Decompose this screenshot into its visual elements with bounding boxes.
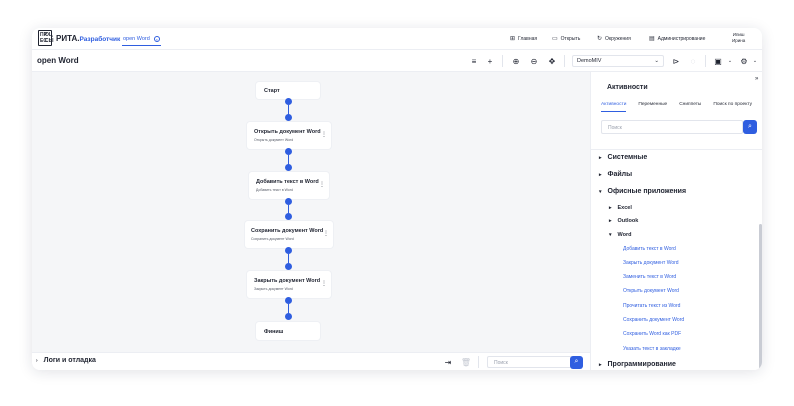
- chevron-down-icon: ▾: [599, 188, 602, 195]
- environment-select[interactable]: DemoMIV ⌄: [572, 55, 664, 67]
- chevron-right-icon: ▸: [599, 171, 602, 178]
- search-icon[interactable]: ⌕: [743, 120, 757, 134]
- step-node[interactable]: Добавить текст в Word Добавить текст в W…: [249, 172, 329, 199]
- stop-icon[interactable]: ◌: [687, 55, 699, 67]
- save-icon[interactable]: ▣: [712, 55, 724, 67]
- nav-open[interactable]: ▭ Открыть: [552, 35, 580, 43]
- collapse-panel-icon[interactable]: »: [755, 76, 758, 82]
- connector-dot[interactable]: [285, 148, 292, 155]
- chevron-right-icon: ▸: [599, 154, 602, 161]
- activity-item[interactable]: Указать текст в закладке: [623, 346, 681, 352]
- zoom-out-icon[interactable]: ⊖: [528, 55, 540, 67]
- separator: [705, 55, 706, 67]
- tab-open-word[interactable]: open Word ×: [122, 32, 161, 46]
- panel-scrollbar[interactable]: [759, 224, 762, 370]
- zoom-in-icon[interactable]: ⊕: [510, 55, 522, 67]
- logs-toggle[interactable]: › Логи и отладка: [36, 357, 96, 364]
- connector-dot[interactable]: [285, 164, 292, 171]
- close-tab-icon[interactable]: ×: [153, 35, 160, 42]
- step-node[interactable]: Сохранить документ Word Сохранить докуме…: [245, 221, 333, 248]
- nav-home[interactable]: ⊞ Главная: [510, 35, 537, 43]
- activity-item[interactable]: Открыть документ Word: [623, 288, 679, 294]
- connector-dot[interactable]: [285, 313, 292, 320]
- connector-dot[interactable]: [285, 198, 292, 205]
- rita-logo[interactable]: ПР ОЦ ЕС СЫ: [38, 30, 54, 46]
- activity-item[interactable]: Сохранить Word как PDF: [623, 331, 681, 337]
- activity-item[interactable]: Закрыть документ Word: [623, 260, 679, 266]
- chevron-right-icon: ▸: [609, 218, 612, 224]
- activity-item[interactable]: Сохранить документ Word: [623, 317, 684, 323]
- activity-item[interactable]: Заменить текст в Word: [623, 274, 676, 280]
- refresh-icon: ↻: [597, 36, 603, 42]
- connector-dot[interactable]: [285, 98, 292, 105]
- panel-tabs: Активности Переменные Сниппеты Поиск по …: [601, 102, 762, 112]
- tab-project-search[interactable]: Поиск по проекту: [713, 102, 752, 112]
- tab-snippets[interactable]: Сниппеты: [679, 102, 701, 112]
- toolbar: open Word ≡ + ⊕ ⊖ ✥ DemoMIV ⌄ ⊳ ◌ ▣ ⌄ ⚙ …: [32, 50, 762, 72]
- nav-administration[interactable]: ▤ Администрирование: [649, 35, 705, 43]
- separator: [502, 55, 503, 67]
- category-programming[interactable]: ▸ Программирование: [599, 361, 676, 368]
- top-bar: ПР ОЦ ЕС СЫ РИТА.Разработчик open Word ×…: [32, 28, 762, 50]
- save-menu-chevron-icon[interactable]: ⌄: [724, 55, 736, 67]
- panel-title: Активности: [607, 84, 648, 91]
- activities-panel: Активности » Активности Переменные Снипп…: [590, 72, 762, 370]
- separator: [478, 356, 479, 368]
- brand-name: РИТА.Разработчик: [56, 34, 121, 43]
- separator: [564, 55, 565, 67]
- logs-bar: › Логи и отладка ⇥ 🗑 Поиск ⌕: [32, 352, 590, 370]
- tab-variables[interactable]: Переменные: [638, 102, 667, 112]
- chevron-down-icon: ⌄: [654, 58, 659, 64]
- connector-dot[interactable]: [285, 213, 292, 220]
- process-canvas[interactable]: Старт Открыть документ Word Открыть доку…: [32, 72, 590, 352]
- move-icon[interactable]: ✥: [546, 55, 558, 67]
- activity-item[interactable]: Прочитать текст из Word: [623, 303, 680, 309]
- chevron-right-icon: ▸: [609, 205, 612, 211]
- connector-dot[interactable]: [285, 297, 292, 304]
- activities-search-input[interactable]: Поиск: [601, 120, 743, 134]
- user-menu[interactable]: Ипиш Ирина: [732, 32, 745, 43]
- settings-chevron-icon[interactable]: ⌄: [749, 55, 761, 67]
- category-system[interactable]: ▸ Системные: [599, 154, 647, 161]
- subcategory-word[interactable]: ▾ Word: [609, 232, 631, 238]
- tab-label: open Word: [123, 35, 150, 42]
- subcategory-outlook[interactable]: ▸ Outlook: [609, 218, 638, 224]
- start-node[interactable]: Старт: [256, 82, 320, 99]
- admin-icon: ▤: [649, 36, 655, 42]
- trash-icon[interactable]: 🗑: [460, 356, 472, 368]
- center-icon[interactable]: +: [484, 55, 496, 67]
- finish-node[interactable]: Финиш: [256, 322, 320, 340]
- chevron-right-icon: ▸: [599, 361, 602, 368]
- step-node[interactable]: Закрыть документ Word Закрыть документ W…: [247, 271, 331, 298]
- activity-item[interactable]: Добавить текст в Word: [623, 246, 676, 252]
- process-title: open Word: [37, 56, 79, 65]
- nav-environments[interactable]: ↻ Окружения: [597, 35, 631, 43]
- logs-search-input[interactable]: Поиск: [487, 356, 573, 368]
- chevron-right-icon: ›: [36, 357, 38, 364]
- connector-dot[interactable]: [285, 114, 292, 121]
- category-files[interactable]: ▸ Файлы: [599, 171, 632, 178]
- connector-dot[interactable]: [285, 263, 292, 270]
- folder-icon: ▭: [552, 36, 558, 42]
- export-icon[interactable]: ⇥: [442, 356, 454, 368]
- more-menu-icon[interactable]: ⋮: [319, 181, 325, 188]
- search-icon[interactable]: ⌕: [570, 355, 583, 369]
- more-menu-icon[interactable]: ⋮: [323, 230, 329, 237]
- app-window: ПР ОЦ ЕС СЫ РИТА.Разработчик open Word ×…: [32, 28, 762, 370]
- more-menu-icon[interactable]: ⋮: [321, 131, 327, 138]
- subcategory-excel[interactable]: ▸ Excel: [609, 205, 632, 211]
- step-node[interactable]: Открыть документ Word Открыть документ W…: [247, 122, 331, 149]
- panel-header: Активности » Активности Переменные Снипп…: [591, 72, 762, 150]
- align-icon[interactable]: ≡: [468, 55, 480, 67]
- run-icon[interactable]: ⊳: [670, 55, 682, 67]
- connector-dot[interactable]: [285, 247, 292, 254]
- home-icon: ⊞: [510, 36, 516, 42]
- category-office[interactable]: ▾ Офисные приложения: [599, 188, 686, 195]
- tab-activities[interactable]: Активности: [601, 102, 627, 112]
- more-menu-icon[interactable]: ⋮: [321, 280, 327, 287]
- chevron-down-icon: ▾: [609, 232, 612, 238]
